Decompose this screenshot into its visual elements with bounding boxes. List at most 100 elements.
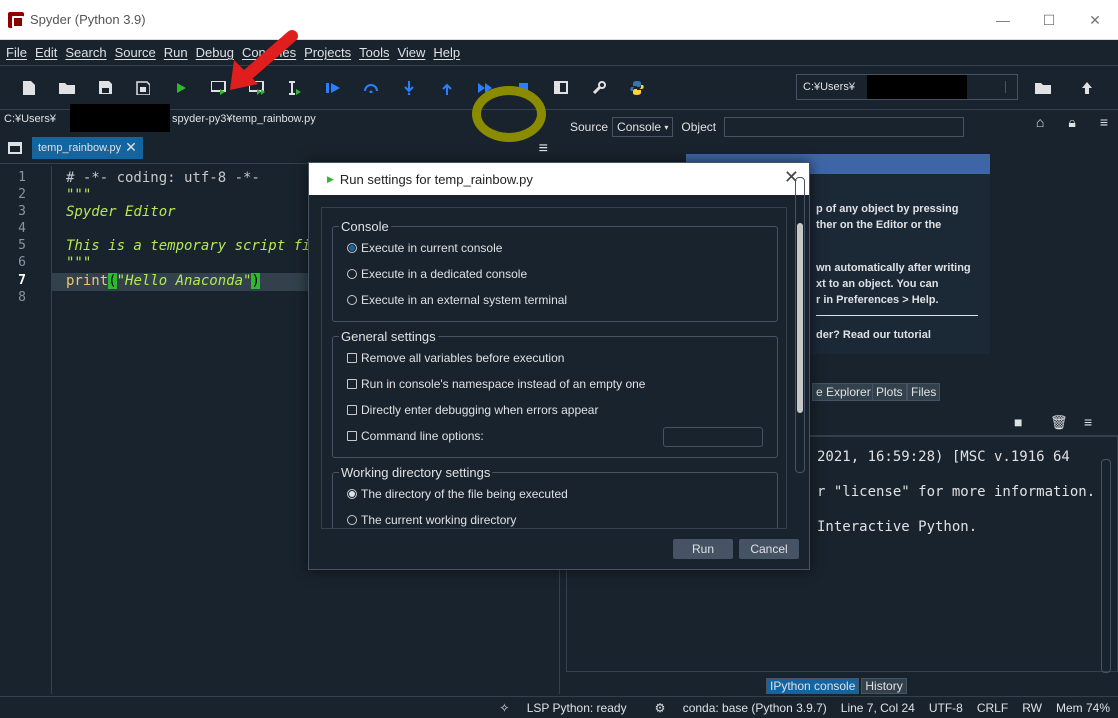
console-group-title: Console	[339, 219, 391, 234]
lsp-status: ✧ LSP Python: ready	[485, 701, 626, 715]
redaction-box	[70, 104, 170, 134]
menu-bar: File Edit Search Source Run Debug Consol…	[0, 40, 1118, 66]
maximize-button[interactable]: ☐	[1026, 0, 1072, 40]
tab-ipython-console[interactable]: IPython console	[766, 678, 860, 694]
step-return-icon[interactable]	[428, 72, 466, 104]
help-text-line: p of any object by pressing	[816, 203, 959, 215]
chevron-down-icon[interactable]	[1005, 81, 1013, 93]
save-icon[interactable]	[86, 72, 124, 104]
run-file-icon[interactable]	[162, 72, 200, 104]
maximize-pane-icon[interactable]	[542, 72, 580, 104]
lsp-icon: ✧	[499, 700, 510, 715]
tab-variable-explorer[interactable]: e Explorer	[812, 383, 875, 401]
conda-status-text: conda: base (Python 3.9.7)	[682, 700, 827, 715]
option-label: Execute in an external system terminal	[361, 293, 568, 307]
option-label: Execute in a dedicated console	[361, 267, 528, 281]
console-scrollbar[interactable]	[1101, 459, 1111, 673]
option-execute-current-console[interactable]: Execute in current console	[347, 241, 502, 255]
memory-usage: Mem 74%	[1055, 700, 1110, 715]
option-remove-variables[interactable]: Remove all variables before execution	[347, 351, 564, 365]
option-console-namespace[interactable]: Run in console's namespace instead of an…	[347, 377, 645, 391]
preferences-wrench-icon[interactable]	[580, 72, 618, 104]
run-icon: ▶	[327, 173, 334, 184]
parent-directory-icon[interactable]	[1068, 72, 1106, 104]
console-line: 2021, 16:59:28) [MSC v.1916 64	[817, 449, 1070, 465]
checkbox[interactable]	[347, 405, 357, 415]
line-number: 1	[18, 170, 26, 185]
close-window-button[interactable]: ✕	[1072, 0, 1118, 40]
option-execute-external-terminal[interactable]: Execute in an external system terminal	[347, 293, 567, 307]
help-options-menu-icon[interactable]: ≡	[1100, 114, 1108, 131]
working-directory-group: Working directory settings The directory…	[332, 465, 778, 528]
title-bar: Spyder (Python 3.9) — ☐ ✕	[0, 0, 1118, 40]
close-tab-icon[interactable]: ✕	[125, 139, 137, 156]
step-into-icon[interactable]	[390, 72, 428, 104]
checkbox[interactable]	[347, 353, 357, 363]
trash-icon[interactable]: 🗑︎	[1050, 414, 1068, 431]
home-icon[interactable]: ⌂	[1036, 114, 1044, 131]
menu-search[interactable]: Search	[65, 45, 106, 60]
checkbox[interactable]	[347, 431, 357, 441]
radio-selected[interactable]	[347, 489, 357, 499]
browse-folder-icon[interactable]	[1024, 72, 1062, 104]
general-settings-group: General settings Remove all variables be…	[332, 329, 778, 458]
dialog-scrollbar-thumb[interactable]	[797, 223, 803, 413]
menu-help[interactable]: Help	[433, 45, 460, 60]
lsp-status-text: LSP Python: ready	[526, 700, 627, 715]
option-file-directory[interactable]: The directory of the file being executed	[347, 487, 568, 501]
menu-run[interactable]: Run	[164, 45, 188, 60]
step-over-icon[interactable]	[352, 72, 390, 104]
radio-unselected[interactable]	[347, 515, 357, 525]
dialog-title-bar: ▶ Run settings for temp_rainbow.py ✕	[309, 163, 809, 195]
menu-view[interactable]: View	[397, 45, 425, 60]
open-folder-icon[interactable]	[48, 72, 86, 104]
help-text-line: wn automatically after writing	[816, 262, 971, 274]
tab-history[interactable]: History	[861, 678, 907, 694]
lock-icon[interactable]: 🔒︎	[1068, 114, 1075, 131]
option-execute-dedicated-console[interactable]: Execute in a dedicated console	[347, 267, 527, 281]
command-line-options-input[interactable]	[663, 427, 763, 447]
working-directory-combobox[interactable]: C:¥Users¥	[796, 74, 1018, 100]
run-settings-dialog: ▶ Run settings for temp_rainbow.py ✕ Con…	[308, 162, 810, 570]
cancel-button[interactable]: Cancel	[739, 539, 799, 559]
source-label: Source	[570, 120, 609, 134]
menu-source[interactable]: Source	[115, 45, 156, 60]
tab-temp-rainbow[interactable]: temp_rainbow.py ✕	[32, 136, 143, 159]
radio-unselected[interactable]	[347, 269, 357, 279]
line-number: 7	[18, 273, 26, 288]
radio-unselected[interactable]	[347, 295, 357, 305]
checkbox[interactable]	[347, 379, 357, 389]
source-combobox[interactable]: Console ▾	[612, 117, 674, 137]
menu-tools[interactable]: Tools	[359, 45, 389, 60]
browse-tabs-icon[interactable]	[8, 141, 22, 154]
interrupt-kernel-icon[interactable]: ■	[1014, 414, 1022, 430]
help-divider	[816, 315, 978, 316]
python-path-icon[interactable]	[618, 72, 656, 104]
tab-plots[interactable]: Plots	[872, 383, 907, 401]
option-current-working-directory[interactable]: The current working directory	[347, 513, 516, 527]
keyword-print: print	[66, 273, 109, 289]
help-text-line: xt to an object. You can	[816, 278, 939, 290]
console-options-menu-icon[interactable]: ≡	[1084, 414, 1092, 430]
line-number: 8	[18, 290, 26, 305]
option-command-line[interactable]: Command line options:	[347, 429, 484, 443]
menu-edit[interactable]: Edit	[35, 45, 57, 60]
minimize-button[interactable]: —	[980, 0, 1026, 40]
console-tab-bar: IPython console History	[766, 678, 907, 694]
debug-file-icon[interactable]	[314, 72, 352, 104]
tab-files[interactable]: Files	[907, 383, 941, 401]
option-label: The current working directory	[361, 513, 517, 527]
menu-file[interactable]: File	[6, 45, 27, 60]
red-arrow-annotation	[230, 30, 298, 90]
option-label: Execute in current console	[361, 241, 503, 255]
chevron-down-icon: ▾	[664, 122, 669, 132]
run-button[interactable]: Run	[673, 539, 733, 559]
option-debug-on-error[interactable]: Directly enter debugging when errors app…	[347, 403, 598, 417]
radio-selected[interactable]	[347, 243, 357, 253]
conda-icon: ⚙	[654, 700, 666, 715]
menu-projects[interactable]: Projects	[304, 45, 351, 60]
new-file-icon[interactable]	[10, 72, 48, 104]
save-all-icon[interactable]	[124, 72, 162, 104]
editor-options-menu-icon[interactable]: ≡	[539, 140, 548, 158]
object-input[interactable]	[724, 117, 965, 137]
